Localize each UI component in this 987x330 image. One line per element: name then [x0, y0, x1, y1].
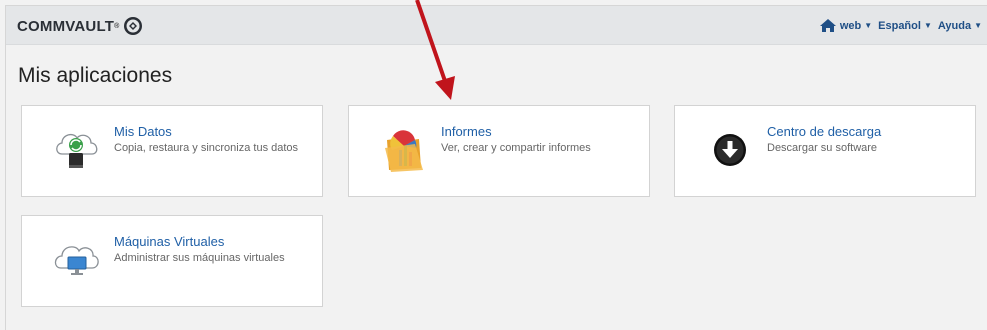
- commvault-mark-icon: [124, 17, 143, 35]
- commvault-logo[interactable]: COMMVAULT ®: [17, 16, 143, 36]
- top-nav: web ▼ Español ▼ Ayuda ▼: [814, 19, 982, 32]
- logo-text: COMMVAULT: [17, 17, 115, 35]
- download-icon: [714, 134, 746, 166]
- page-title: Mis aplicaciones: [18, 64, 173, 87]
- app-title[interactable]: Centro de descarga: [767, 124, 881, 139]
- nav-help-label: Ayuda: [937, 19, 972, 32]
- app-description: Descargar su software: [767, 142, 878, 154]
- app-title[interactable]: Máquinas Virtuales: [114, 234, 224, 249]
- app-card-maquinas-virtuales[interactable]: Máquinas Virtuales Administrar sus máqui…: [21, 215, 323, 307]
- app-card-mis-datos[interactable]: Mis Datos Copia, restaura y sincroniza t…: [21, 105, 323, 197]
- app-title[interactable]: Informes: [441, 124, 492, 139]
- chevron-down-icon: ▼: [974, 21, 982, 30]
- app-window: COMMVAULT ® web ▼ Español ▼ Ayuda ▼ Mis …: [5, 5, 987, 330]
- app-card-centro-descarga[interactable]: Centro de descarga Descargar su software: [674, 105, 976, 197]
- home-icon: [819, 19, 836, 32]
- cloud-sync-drive-icon: [56, 133, 98, 168]
- app-description: Ver, crear y compartir informes: [441, 142, 591, 154]
- app-title[interactable]: Mis Datos: [114, 124, 172, 139]
- app-description: Administrar sus máquinas virtuales: [114, 252, 285, 264]
- app-card-informes[interactable]: Informes Ver, crear y compartir informes: [348, 105, 650, 197]
- chevron-down-icon: ▼: [923, 21, 932, 30]
- reports-folder-icon: [385, 130, 423, 172]
- nav-user-web[interactable]: web ▼: [819, 19, 873, 32]
- cloud-monitor-icon: [54, 246, 99, 275]
- app-description: Copia, restaura y sincroniza tus datos: [114, 142, 299, 154]
- nav-web-label: web: [839, 19, 862, 32]
- top-header: COMMVAULT ® web ▼ Español ▼ Ayuda ▼: [6, 6, 987, 45]
- nav-language-label: Español: [878, 19, 921, 32]
- nav-language[interactable]: Español ▼: [878, 20, 932, 32]
- logo-trademark: ®: [114, 22, 120, 30]
- nav-help[interactable]: Ayuda ▼: [938, 20, 982, 32]
- chevron-down-icon: ▼: [864, 21, 873, 30]
